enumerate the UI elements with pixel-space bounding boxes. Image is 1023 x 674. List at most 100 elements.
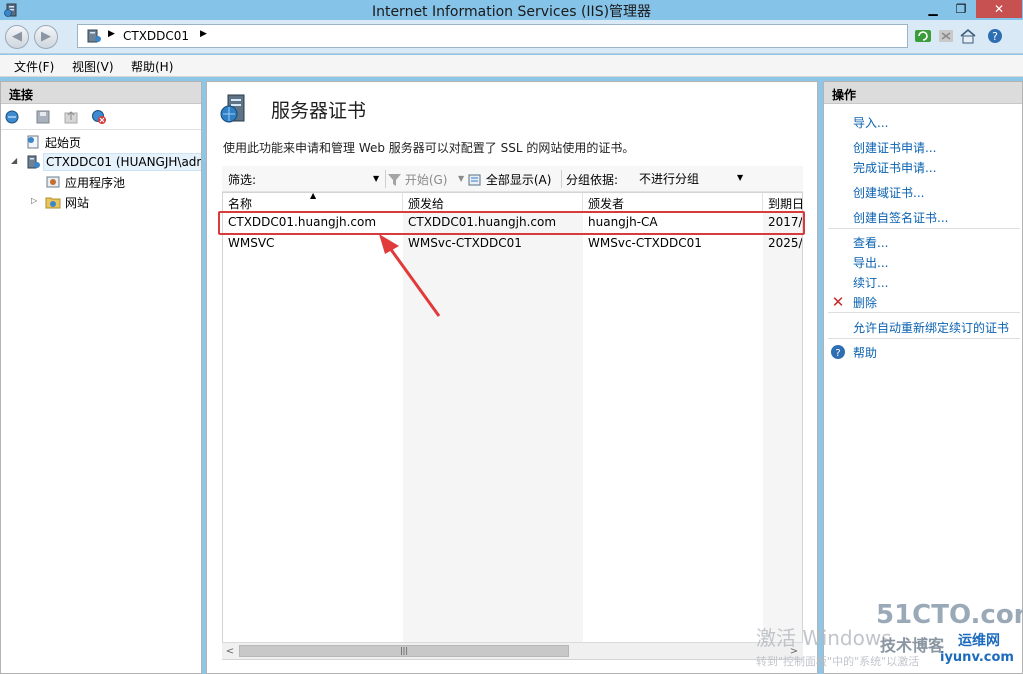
breadcrumb-separator-icon[interactable]: ▶ [108, 29, 115, 39]
actions-header: 操作 [824, 82, 1022, 104]
actions-panel: 操作 导入... 创建证书申请... 完成证书申请... 创建域证书... 创建… [823, 81, 1023, 674]
cell-expiration: 2025/6 [768, 236, 803, 250]
filter-bar: 筛选: ▼ 开始(G) ▼ 全部显示(A) 分组依据: 不进行分组 ▼ [222, 166, 803, 192]
sites-folder-icon [45, 197, 61, 209]
connections-toolbar [1, 104, 201, 130]
title-bar: Internet Information Services (IIS)管理器 ▁… [0, 0, 1023, 20]
horizontal-scrollbar[interactable]: < ||| > [222, 642, 803, 659]
go-dropdown-icon[interactable]: ▼ [458, 174, 464, 183]
action-create-self-signed[interactable]: 创建自签名证书... [853, 209, 948, 226]
breadcrumb-dropdown-icon[interactable]: ▶ [200, 29, 207, 39]
app-pool-icon [46, 176, 60, 188]
action-auto-rebind[interactable]: 允许自动重新绑定续订的证书 [853, 319, 1009, 336]
home-icon[interactable] [959, 27, 977, 45]
tree-label-app-pools[interactable]: 应用程序池 [63, 173, 127, 192]
help-icon: ? [831, 345, 845, 359]
stop-icon[interactable] [937, 27, 955, 45]
show-all-button[interactable]: 全部显示(A) [468, 171, 551, 188]
close-button[interactable]: ✕ [976, 0, 1022, 18]
breadcrumb-server[interactable]: CTXDDC01 [123, 29, 189, 43]
show-all-label: 全部显示(A) [485, 173, 552, 187]
site-url-logo: iyunv.com [940, 650, 1014, 665]
tree-label-server[interactable]: CTXDDC01 (HUANGJH\administrator) [43, 153, 201, 171]
refresh-icon[interactable] [914, 27, 932, 45]
disconnect-icon[interactable] [91, 109, 107, 125]
connections-panel: 连接 起始页 ◢ CTXDDC01 (HUANGJH\ad 应用程序池 ▷ 网站 [0, 81, 202, 674]
expand-arrow-icon[interactable]: ▷ [31, 196, 37, 205]
forward-button[interactable]: ▶ [34, 25, 58, 49]
action-complete-request[interactable]: 完成证书申请... [853, 159, 936, 176]
action-create-request[interactable]: 创建证书申请... [853, 139, 936, 156]
server-icon [87, 29, 101, 43]
page-title: 服务器证书 [271, 100, 367, 122]
svg-text:?: ? [835, 348, 840, 359]
filter-input[interactable] [262, 169, 390, 189]
action-help[interactable]: 帮助 [853, 344, 877, 361]
group-by-label: 分组依据: [566, 173, 619, 187]
back-button[interactable]: ◀ [5, 25, 29, 49]
save-icon[interactable] [35, 109, 51, 125]
address-bar[interactable]: ▶ CTXDDC01 ▶ [77, 24, 908, 48]
column-stripe [763, 213, 802, 653]
filter-dropdown-icon[interactable]: ▼ [373, 174, 379, 183]
actions-divider [828, 312, 1020, 313]
actions-divider [828, 338, 1020, 339]
menu-view[interactable]: 视图(V) [72, 58, 114, 75]
column-header-issued-to[interactable]: 颁发给 [403, 193, 583, 213]
go-button[interactable]: 开始(G) [388, 171, 448, 188]
up-level-icon[interactable] [63, 109, 79, 125]
tree-item-app-pools[interactable]: 应用程序池 [1, 172, 201, 192]
tree-item-sites[interactable]: ▷ 网站 [1, 192, 201, 212]
column-header-name[interactable]: 名称 ▲ [223, 193, 403, 213]
action-delete[interactable]: 删除 [853, 294, 877, 311]
scroll-right-icon[interactable]: > [786, 644, 802, 659]
site-logo-yw: 运维网 [958, 633, 1000, 649]
table-row[interactable]: WMSVC WMSvc-CTXDDC01 WMSvc-CTXDDC01 2025… [223, 234, 803, 255]
server-certificates-icon [220, 94, 245, 123]
list-header: 名称 ▲ 颁发给 颁发者 到期日 [223, 193, 802, 213]
site-logo-subtitle: 技术博客 [880, 636, 945, 655]
show-all-icon [468, 174, 481, 186]
tree-label-sites[interactable]: 网站 [63, 193, 91, 212]
toolbar-separator [561, 170, 562, 188]
cell-issued-by: WMSvc-CTXDDC01 [588, 236, 702, 250]
action-export[interactable]: 导出... [853, 254, 888, 271]
server-certificates-panel: 服务器证书 使用此功能来申请和管理 Web 服务器可以对配置了 SSL 的网站使… [206, 81, 818, 674]
menu-file[interactable]: 文件(F) [14, 58, 54, 75]
scrollbar-thumb[interactable]: ||| [239, 645, 569, 657]
actions-divider [828, 228, 1020, 229]
tree-item-start-page[interactable]: 起始页 [1, 132, 201, 152]
column-header-expiration[interactable]: 到期日 [763, 193, 802, 213]
tree-item-server[interactable]: ◢ CTXDDC01 (HUANGJH\administrator) [1, 152, 201, 172]
group-by-select[interactable]: 不进行分组 ▼ [636, 169, 752, 189]
action-renew[interactable]: 续订... [853, 274, 888, 291]
action-import[interactable]: 导入... [853, 114, 888, 131]
window-title: Internet Information Services (IIS)管理器 [371, 4, 652, 20]
maximize-button[interactable]: ❐ [948, 0, 974, 18]
svg-text:?: ? [992, 30, 998, 43]
collapse-arrow-icon[interactable]: ◢ [11, 156, 17, 165]
minimize-button[interactable]: ▁ [920, 0, 946, 18]
delete-icon: ✕ [831, 293, 845, 311]
menu-help[interactable]: 帮助(H) [131, 58, 173, 75]
navigation-bar: ◀ ▶ ▶ CTXDDC01 ▶ ? [0, 20, 1023, 54]
tree-label-start-page[interactable]: 起始页 [43, 133, 83, 152]
connections-header: 连接 [1, 82, 201, 104]
site-logo: 51CTO.com [876, 600, 1023, 630]
go-button-label: 开始(G) [404, 173, 448, 187]
action-create-domain-cert[interactable]: 创建域证书... [853, 184, 924, 201]
action-view[interactable]: 查看... [853, 234, 888, 251]
certificates-list: 名称 ▲ 颁发给 颁发者 到期日 CTXDDC01.huangjh.com CT… [222, 192, 803, 660]
help-icon[interactable]: ? [986, 27, 1004, 45]
server-icon [27, 155, 40, 169]
scroll-left-icon[interactable]: < [222, 644, 238, 659]
connect-icon[interactable] [5, 109, 21, 125]
toolbar-separator [385, 170, 386, 188]
annotation-highlight-box [218, 211, 805, 235]
menu-bar: 文件(F) 视图(V) 帮助(H) [0, 55, 1023, 77]
chevron-down-icon[interactable]: ▼ [737, 173, 743, 182]
column-header-issued-by[interactable]: 颁发者 [583, 193, 763, 213]
sort-ascending-icon: ▲ [310, 193, 317, 200]
start-page-icon [27, 135, 39, 149]
filter-label: 筛选: [228, 173, 257, 187]
